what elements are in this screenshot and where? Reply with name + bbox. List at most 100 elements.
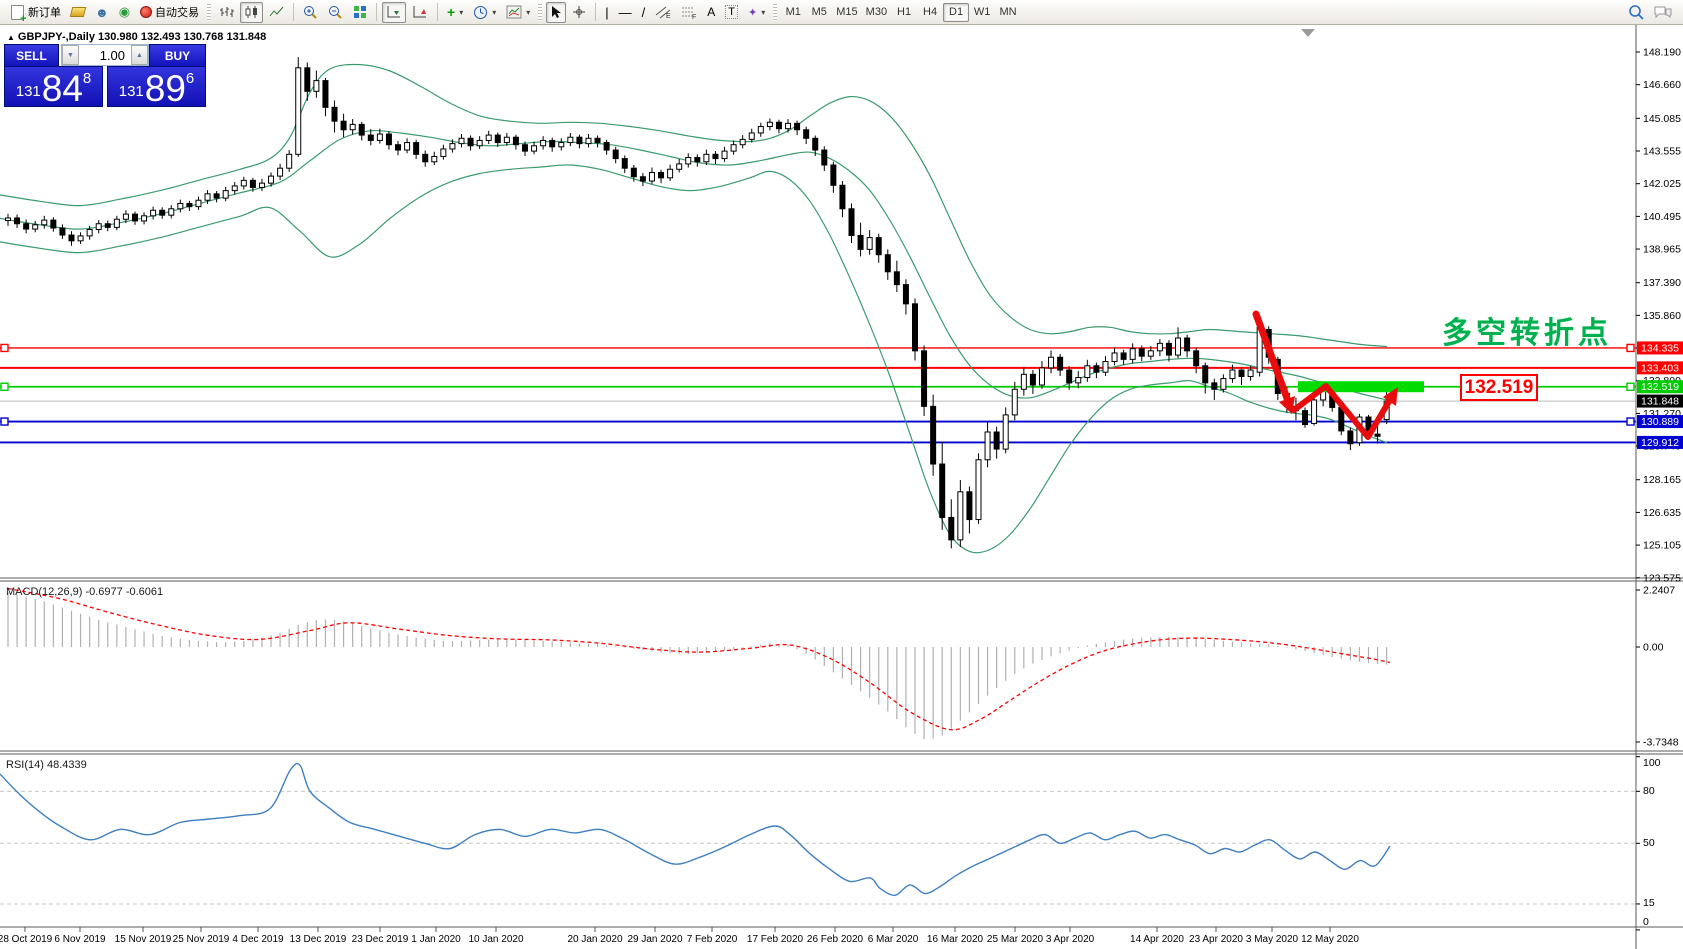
- date-tick-label: 16 Mar 2020: [927, 934, 984, 945]
- tab-timeframe-H4[interactable]: H4: [917, 3, 943, 22]
- quotes-button[interactable]: [67, 2, 89, 23]
- tab-timeframe-D1[interactable]: D1: [943, 2, 970, 22]
- zoom-out-button[interactable]: [324, 2, 347, 23]
- volume-value[interactable]: 1.00: [79, 45, 131, 65]
- autotrade-button[interactable]: 自动交易: [136, 2, 203, 23]
- tab-timeframe-M5[interactable]: M5: [806, 3, 832, 22]
- candles-chart-button[interactable]: [240, 1, 264, 23]
- fibonacci-button[interactable]: F: [677, 2, 701, 23]
- search-icon[interactable]: [1628, 4, 1645, 21]
- text-button[interactable]: A: [703, 2, 719, 23]
- line-anchor-handle[interactable]: [0, 343, 9, 353]
- chevron-down-icon: ▾: [492, 7, 497, 17]
- tab-timeframe-H1[interactable]: H1: [891, 3, 917, 22]
- text-label-button[interactable]: T: [721, 2, 742, 23]
- channel-button[interactable]: E: [651, 2, 675, 23]
- periods-button[interactable]: ▾: [469, 2, 500, 23]
- candle: [150, 209, 157, 217]
- macd-tick-label: 2.2407: [1643, 585, 1675, 597]
- line-anchor-handle[interactable]: [1626, 382, 1635, 391]
- collapse-triangle-icon[interactable]: ▲: [7, 33, 15, 42]
- candle: [748, 132, 755, 140]
- candle: [1038, 367, 1045, 386]
- candle: [376, 133, 383, 141]
- date-tick-label: 3 May 2020: [1246, 934, 1299, 945]
- text-label-icon: T: [725, 5, 739, 19]
- candle: [1347, 430, 1354, 445]
- candle: [1165, 342, 1172, 356]
- volume-down-button[interactable]: ▼: [62, 45, 79, 65]
- line-anchor-handle[interactable]: [1626, 417, 1635, 426]
- candle: [1193, 350, 1200, 367]
- bars-chart-button[interactable]: [215, 2, 238, 23]
- vertical-line-button[interactable]: |: [601, 2, 612, 23]
- candle: [1184, 337, 1191, 352]
- tab-timeframe-M30[interactable]: M30: [862, 3, 891, 22]
- trendline-button[interactable]: /: [638, 2, 650, 23]
- tab-timeframe-M15[interactable]: M15: [832, 3, 861, 22]
- signals-button[interactable]: ◉: [115, 2, 134, 23]
- candle: [458, 137, 465, 145]
- cursor-button[interactable]: [546, 1, 567, 23]
- candle: [1302, 410, 1309, 426]
- profile-button[interactable]: ☻: [91, 2, 113, 23]
- toolbar-grip: [538, 3, 543, 21]
- candle: [839, 184, 846, 210]
- candle: [449, 143, 456, 150]
- sell-price-main: 84: [41, 67, 83, 109]
- tab-timeframe-M1[interactable]: M1: [780, 3, 806, 22]
- tab-timeframe-W1[interactable]: W1: [969, 3, 995, 22]
- zoom-in-button[interactable]: [299, 2, 322, 23]
- date-tick-label: 14 Apr 2020: [1130, 934, 1184, 945]
- templates-icon: [506, 5, 522, 19]
- candle: [503, 136, 510, 144]
- new-order-button[interactable]: 新订单: [5, 2, 65, 25]
- chart-canvas[interactable]: 多空转折点 132.519 148.190 146.660 145.085 143.555…: [0, 0, 1683, 949]
- candle: [440, 148, 447, 157]
- timeframe-group: M1 M5 M15 M30 H1 H4 D1 W1 MN: [780, 2, 1021, 22]
- candle: [331, 106, 338, 122]
- line-chart-button[interactable]: [265, 2, 288, 23]
- crosshair-button[interactable]: [568, 2, 590, 23]
- candle: [993, 431, 1000, 450]
- buy-price-display[interactable]: 131 89 6: [107, 66, 206, 107]
- sell-button[interactable]: SELL: [4, 44, 59, 66]
- candle: [1374, 433, 1381, 437]
- date-tick-label: 28 Oct 2019: [0, 934, 53, 945]
- chart-shift-icon: [413, 6, 427, 18]
- candle: [1138, 348, 1145, 357]
- candle: [766, 121, 773, 128]
- tile-windows-button[interactable]: [349, 2, 371, 23]
- candle: [848, 208, 855, 236]
- turning-point-annotation[interactable]: 多空转折点: [1442, 317, 1612, 351]
- sell-price-display[interactable]: 131 84 8: [4, 66, 103, 107]
- templates-button[interactable]: ▾: [502, 2, 534, 23]
- candle: [785, 122, 792, 130]
- candle: [1011, 388, 1018, 416]
- candle: [476, 139, 483, 147]
- arrows-button[interactable]: ✦ ▾: [744, 2, 769, 23]
- line-anchor-handle[interactable]: [0, 382, 9, 391]
- chat-icon[interactable]: [1653, 4, 1673, 20]
- candle: [966, 491, 973, 521]
- candle: [1066, 369, 1073, 384]
- horizontal-line-button[interactable]: —: [615, 2, 636, 23]
- chart-shift-button[interactable]: [408, 2, 432, 23]
- line-anchor-handle[interactable]: [1626, 343, 1635, 353]
- candle: [141, 215, 148, 222]
- candle: [231, 185, 238, 192]
- line-anchor-handle[interactable]: [0, 417, 9, 426]
- rsi-tick-label: 100: [1643, 757, 1661, 769]
- autotrade-label: 自动交易: [155, 7, 200, 19]
- candle: [104, 223, 111, 228]
- indicators-button[interactable]: + ▾: [443, 2, 467, 23]
- auto-scroll-button[interactable]: [382, 1, 407, 23]
- candle: [68, 234, 75, 242]
- volume-up-button[interactable]: ▲: [131, 45, 148, 65]
- tab-timeframe-MN[interactable]: MN: [995, 3, 1021, 22]
- candle: [5, 217, 11, 222]
- buy-button[interactable]: BUY: [149, 44, 206, 66]
- candle: [576, 136, 583, 145]
- date-tick-label: 1 Jan 2020: [411, 934, 461, 945]
- price-tick-label: 138.965: [1643, 244, 1681, 256]
